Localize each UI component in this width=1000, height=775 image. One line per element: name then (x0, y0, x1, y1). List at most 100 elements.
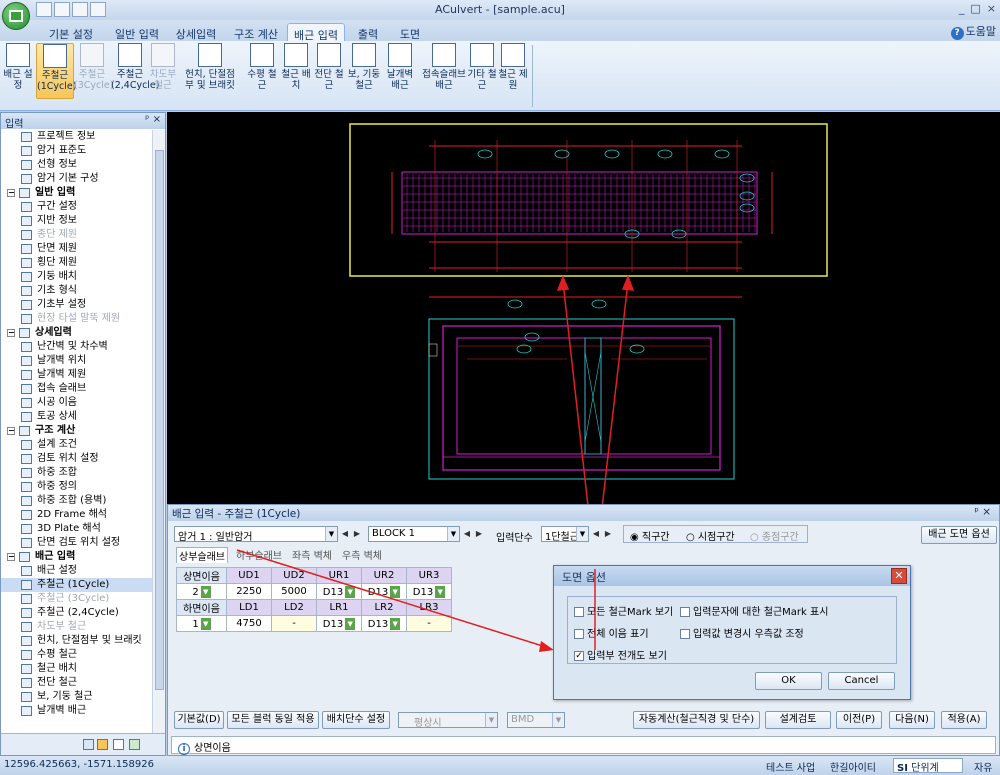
show-all-joints-checkbox[interactable]: 전체 이음 표기 (574, 625, 649, 640)
tree-item[interactable]: 접속 슬래브 (1, 382, 153, 396)
tree-item[interactable]: 하중 조합 (용벽) (1, 494, 153, 508)
other-rebar-button[interactable]: 기타 철근 (467, 43, 497, 99)
prev-stage-arrow[interactable]: ◀ (591, 527, 601, 541)
tree-item[interactable]: 프로젝트 정보 (1, 130, 153, 144)
folder-icon[interactable] (97, 739, 108, 750)
tree-group[interactable]: − 일반 입력 (1, 186, 153, 200)
grid-cell[interactable]: D13 ▼ (316, 583, 362, 600)
rebar-settings-button[interactable]: 배근 설정 (3, 43, 33, 99)
tree-group[interactable]: − 상세입력 (1, 326, 153, 340)
rebar-drawing-options-button[interactable]: 배근 도면 옵션 (921, 526, 997, 544)
culvert-select[interactable]: 암거 1 : 일반암거 ▼ (174, 526, 338, 543)
maximize-button[interactable]: □ (970, 2, 980, 15)
adjust-right-values-checkbox[interactable]: 입력값 변경시 우측값 조정 (680, 625, 804, 640)
save-icon[interactable] (72, 2, 88, 17)
tree-group[interactable]: − 배근 입력 (1, 550, 153, 564)
tree-item[interactable]: 날개벽 제원 (1, 368, 153, 382)
tree-item[interactable]: 횡단 제원 (1, 256, 153, 270)
design-review-button[interactable]: 설계검토 (765, 711, 831, 729)
tree-item[interactable]: 기초 형식 (1, 284, 153, 298)
tree-item[interactable]: 3D Plate 해석 (1, 522, 153, 536)
subtab-bottom-slab[interactable]: 하부슬래브 (236, 547, 282, 562)
unit-system-select[interactable]: SI 단위계 (893, 758, 963, 774)
tree-item[interactable]: 철근 배치 (1, 662, 153, 676)
shear-rebar-button[interactable]: 전단 철근 (313, 43, 345, 99)
block-select[interactable]: BLOCK 1 ▼ (368, 526, 460, 542)
tree-item[interactable]: 토공 상세 (1, 410, 153, 424)
collapse-icon[interactable]: − (7, 329, 15, 337)
rebar-specs-button[interactable]: 철근 제원 (498, 43, 528, 99)
tree-scrollbar[interactable] (152, 130, 165, 736)
tree-item[interactable]: 날개벽 배근 (1, 704, 153, 718)
horizontal-rebar-button[interactable]: 수평 철근 (245, 43, 279, 99)
show-expanded-view-checkbox[interactable]: ✓ 입력부 전개도 보기 (574, 647, 667, 662)
tree-item[interactable]: 설계 조건 (1, 438, 153, 452)
tab-output[interactable]: 출력 (350, 23, 386, 42)
tree-item[interactable]: 날개벽 위치 (1, 354, 153, 368)
grid-cell[interactable]: 5000 (271, 583, 317, 600)
tree-item[interactable]: 헌치, 단절점부 및 브래킷 (1, 634, 153, 648)
tree-item[interactable]: 수평 철근 (1, 648, 153, 662)
scrollbar-thumb[interactable] (155, 150, 164, 690)
tree-item[interactable]: 단면 검토 위치 설정 (1, 536, 153, 550)
tab-general-input[interactable]: 일반 입력 (108, 23, 166, 42)
tree-item[interactable]: 하중 조합 (1, 466, 153, 480)
tree-group[interactable]: − 구조 계산 (1, 424, 153, 438)
prev-culvert-arrow[interactable]: ◀ (340, 527, 350, 541)
grid-cell[interactable]: - (271, 615, 317, 632)
next-stage-arrow[interactable]: ▶ (603, 527, 613, 541)
auto-calc-button[interactable]: 자동계산(철근직경 및 단수) (633, 711, 760, 729)
tab-rebar-input[interactable]: 배근 입력 (287, 23, 345, 42)
tree-item[interactable]: 지반 정보 (1, 214, 153, 228)
open-folder-icon[interactable] (54, 2, 70, 17)
tree-item[interactable]: 기초부 설정 (1, 298, 153, 312)
tree-item[interactable]: 암거 표준도 (1, 144, 153, 158)
grid-cell[interactable]: D13 ▼ (316, 615, 362, 632)
apply-button[interactable]: 적용(A) (941, 711, 987, 729)
approach-slab-rebar-button[interactable]: 접속슬래브 배근 (419, 43, 469, 99)
grid-cell[interactable]: - (406, 615, 452, 632)
next-block-arrow[interactable]: ▶ (474, 527, 484, 541)
grid-cell[interactable]: D13 ▼ (406, 583, 452, 600)
text-icon[interactable] (113, 739, 124, 750)
next-button[interactable]: 다음(N) (889, 711, 935, 729)
grid-cell[interactable]: D13 ▼ (361, 583, 407, 600)
tree-item[interactable]: 배근 설정 (1, 564, 153, 578)
tree-item[interactable]: 보, 기둥 철근 (1, 690, 153, 704)
dialog-close-button[interactable]: ✕ (891, 568, 907, 584)
wingwall-rebar-button[interactable]: 날개벽 배근 (383, 43, 417, 99)
tree-item[interactable]: 선형 정보 (1, 158, 153, 172)
application-menu-button[interactable] (2, 2, 30, 30)
grid-cell[interactable]: 4750 (226, 615, 272, 632)
pin-icon[interactable]: ᵖ × (974, 506, 991, 518)
apply-all-blocks-button[interactable]: 모든 블럭 동일 적용 (227, 711, 319, 729)
tree-view-icon[interactable] (83, 739, 94, 750)
cad-drawing-view[interactable] (167, 112, 1000, 570)
beam-column-rebar-button[interactable]: 보, 기둥 철근 (344, 43, 384, 99)
export-icon[interactable] (129, 739, 140, 750)
tab-detail-input[interactable]: 상세입력 (170, 23, 222, 42)
pin-icon[interactable]: ᵖ × (145, 114, 161, 125)
previous-button[interactable]: 이전(P) (836, 711, 882, 729)
rebar-layout-button[interactable]: 철근 배치 (280, 43, 312, 99)
edit-icon[interactable] (90, 2, 106, 17)
minimize-button[interactable]: _ (959, 2, 965, 15)
haunch-bracket-button[interactable]: 헌치, 단절점부 및 브래킷 (181, 43, 239, 99)
cancel-button[interactable]: Cancel (828, 672, 895, 690)
main-rebar-24cycle-button[interactable]: 주철근 (2,4Cycle) (111, 43, 159, 99)
grid-cell[interactable]: 2250 (226, 583, 272, 600)
main-rebar-1cycle-button[interactable]: 주철근 (1Cycle) (36, 43, 76, 99)
show-input-text-marks-checkbox[interactable]: 입력문자에 대한 철근Mark 표시 (680, 603, 828, 618)
new-file-icon[interactable] (36, 2, 52, 17)
tree-item[interactable]: 기둥 배치 (1, 270, 153, 284)
close-button[interactable]: × (987, 2, 996, 15)
radio-straight-section[interactable]: ◉ 직구간 (630, 528, 670, 543)
show-all-rebar-marks-checkbox[interactable]: 모든 철근Mark 보기 (574, 603, 673, 618)
tree-item[interactable]: 2D Frame 해석 (1, 508, 153, 522)
grid-cell[interactable]: 1 ▼ (176, 615, 227, 632)
placement-stage-button[interactable]: 배치단수 설정 (322, 711, 390, 729)
tree-item[interactable]: 하중 정의 (1, 480, 153, 494)
subtab-left-wall[interactable]: 좌측 벽체 (292, 547, 332, 562)
collapse-icon[interactable]: − (7, 189, 15, 197)
help-button[interactable]: ? 도움말 (950, 23, 996, 40)
